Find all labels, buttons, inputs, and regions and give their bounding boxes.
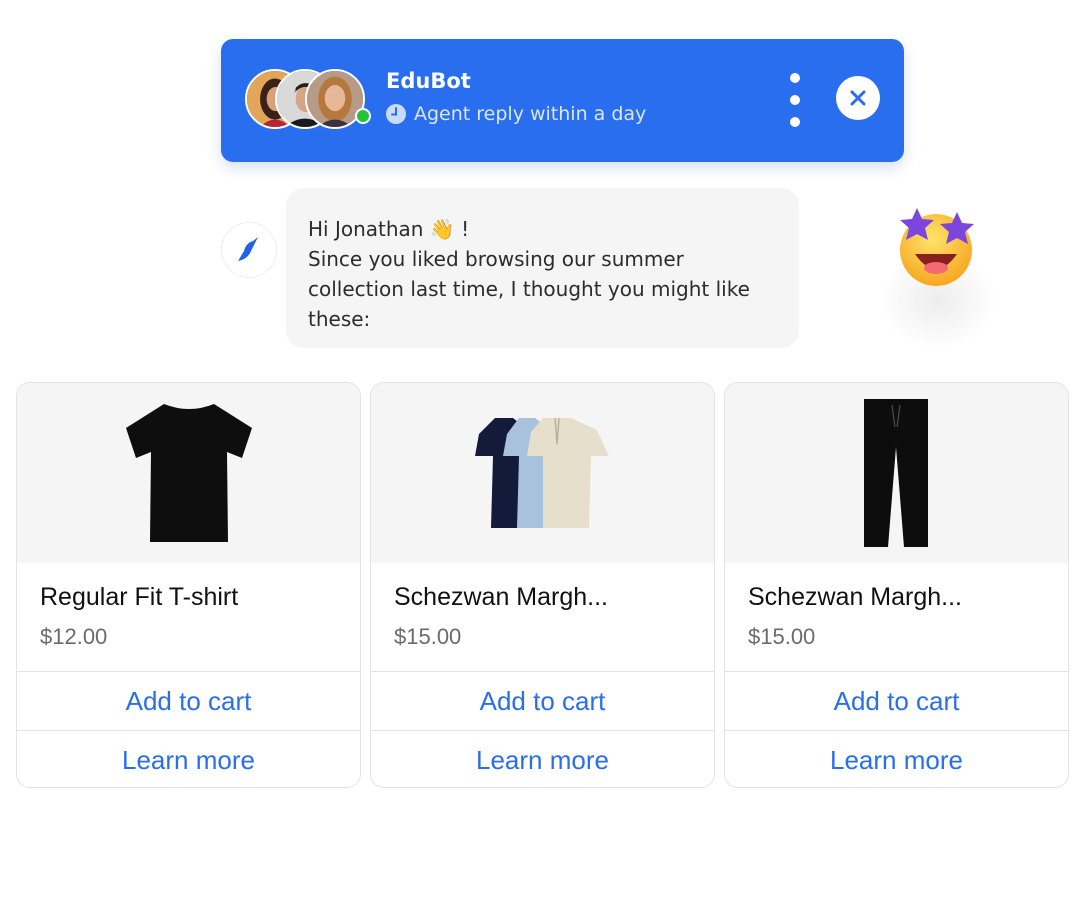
product-name: Schezwan Margh... — [748, 583, 962, 611]
message-body: Since you liked browsing our summer coll… — [308, 247, 750, 331]
product-name: Regular Fit T-shirt — [40, 583, 239, 611]
product-card: Regular Fit T-shirt $12.00 Add to cart L… — [16, 382, 361, 788]
reply-status: Agent reply within a day — [386, 103, 646, 125]
star-struck-emoji-icon — [900, 208, 974, 286]
clock-icon — [386, 104, 406, 124]
product-image[interactable] — [725, 383, 1068, 563]
product-card: Schezwan Margh... $15.00 Add to cart Lea… — [724, 382, 1069, 788]
close-button[interactable] — [836, 76, 880, 120]
product-price: $15.00 — [394, 624, 462, 649]
greeting-text: Hi Jonathan — [308, 217, 424, 241]
add-to-cart-button[interactable]: Add to cart — [17, 672, 360, 731]
close-icon — [850, 90, 866, 106]
learn-more-button[interactable]: Learn more — [17, 731, 360, 787]
product-card: Schezwan Margh... $15.00 Add to cart Lea… — [370, 382, 715, 788]
polo-shirts-image — [474, 417, 609, 528]
learn-more-button[interactable]: Learn more — [725, 731, 1068, 787]
bird-logo-icon — [238, 237, 258, 261]
product-image[interactable] — [17, 383, 360, 563]
greeting-line: Hi Jonathan 👋 ! — [308, 214, 777, 244]
product-name: Schezwan Margh... — [394, 583, 608, 611]
bot-name: EduBot — [386, 69, 471, 93]
add-to-cart-button[interactable]: Add to cart — [725, 672, 1068, 731]
more-options-button[interactable] — [783, 73, 807, 127]
reply-status-text: Agent reply within a day — [414, 103, 647, 125]
trousers-image — [863, 399, 928, 547]
learn-more-button[interactable]: Learn more — [371, 731, 714, 787]
agent-avatars — [245, 69, 371, 131]
add-to-cart-button[interactable]: Add to cart — [371, 672, 714, 731]
greeting-suffix: ! — [454, 217, 470, 241]
more-vertical-icon — [790, 73, 800, 83]
product-image[interactable] — [371, 383, 714, 563]
online-status-indicator — [355, 108, 371, 124]
tshirt-image — [125, 404, 252, 542]
product-price: $12.00 — [40, 624, 108, 649]
chat-header: EduBot Agent reply within a day — [221, 39, 904, 162]
product-price: $15.00 — [748, 624, 816, 649]
bot-avatar — [221, 222, 277, 278]
waving-hand-icon: 👋 — [429, 217, 455, 241]
bot-message: Hi Jonathan 👋 ! Since you liked browsing… — [286, 188, 799, 348]
